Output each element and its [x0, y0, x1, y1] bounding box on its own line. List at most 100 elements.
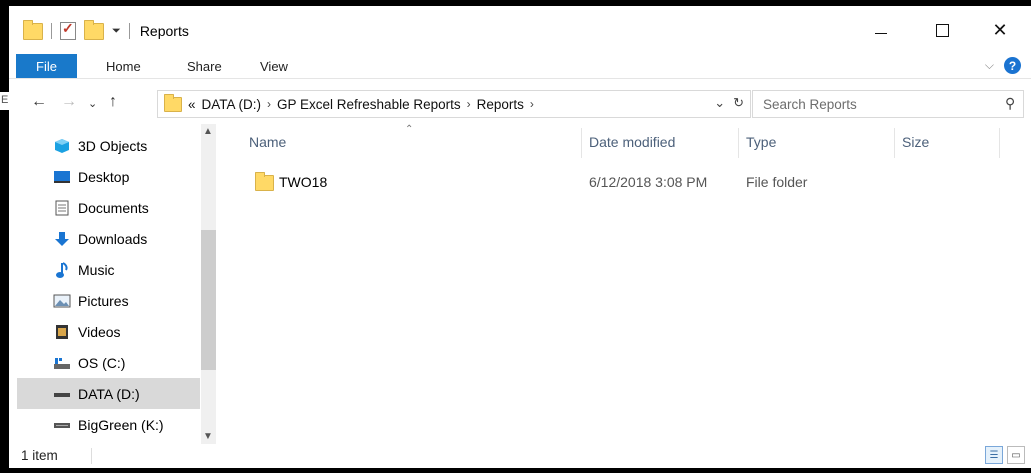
large-icons-view-icon[interactable]: ▭ — [1007, 446, 1025, 464]
sidebar-item-label: Videos — [78, 323, 121, 340]
toolbar-divider — [128, 23, 130, 39]
sidebar-item-label: Pictures — [78, 292, 129, 309]
status-bar: 1 item ☰ ▭ — [9, 444, 1031, 468]
sidebar-item-label: Desktop — [78, 168, 130, 185]
breadcrumb-gp-excel-reports[interactable]: GP Excel Refreshable Reports — [277, 97, 461, 112]
address-folder-icon — [164, 93, 182, 112]
videos-icon — [52, 324, 72, 340]
breadcrumb-data-drive[interactable]: DATA (D:) — [202, 97, 262, 112]
sidebar-item-pictures[interactable]: Pictures — [17, 285, 200, 316]
sidebar-item-documents[interactable]: Documents — [17, 192, 200, 223]
breadcrumb-chevron-icon[interactable]: › — [467, 97, 471, 111]
expand-ribbon-icon[interactable]: ⌵ — [985, 58, 994, 73]
tab-view[interactable]: View — [260, 54, 288, 78]
pictures-icon — [52, 293, 72, 309]
navigation-bar: ← → ⌄ ↑ « DATA (D:) › GP Excel Refreshab… — [9, 88, 1031, 118]
ribbon: File Home Share View ⌵ ? — [9, 54, 1031, 79]
maximize-icon — [935, 23, 949, 37]
tab-home[interactable]: Home — [106, 54, 141, 78]
scroll-up-icon[interactable]: ▲ — [203, 126, 213, 137]
3d-objects-icon — [52, 138, 72, 154]
quick-access-toolbar: ⏷ Reports — [23, 19, 189, 42]
file-date: 6/12/2018 3:08 PM — [589, 174, 708, 190]
customize-toolbar-icon[interactable]: ⏷ — [112, 25, 121, 38]
back-icon[interactable]: ← — [31, 93, 47, 111]
search-input[interactable]: Search Reports — [763, 97, 857, 112]
downloads-icon — [52, 231, 72, 247]
tab-share[interactable]: Share — [187, 54, 222, 78]
help-icon[interactable]: ? — [1004, 57, 1021, 74]
column-divider[interactable] — [894, 128, 895, 158]
explorer-window: ⏷ Reports ✕ File Home Share View ⌵ ? ← →… — [9, 6, 1031, 468]
sidebar-item-desktop[interactable]: Desktop — [17, 161, 200, 192]
sidebar-item-videos[interactable]: Videos — [17, 316, 200, 347]
status-divider — [91, 448, 92, 464]
documents-icon — [52, 200, 72, 216]
navigation-scrollbar[interactable]: ▲ ▼ — [201, 124, 216, 444]
column-divider[interactable] — [999, 128, 1000, 158]
view-toggle: ☰ ▭ — [985, 446, 1025, 464]
maximize-button[interactable] — [919, 6, 965, 54]
window-title: Reports — [139, 23, 189, 39]
title-bar: ⏷ Reports ✕ — [9, 6, 1031, 54]
ribbon-right-controls: ⌵ ? — [985, 57, 1021, 74]
sidebar-item-biggreen-drive[interactable]: BigGreen (K:) — [17, 409, 200, 440]
sidebar-item-label: BigGreen (K:) — [78, 416, 164, 433]
sidebar-item-label: Music — [78, 261, 115, 278]
address-dropdown-icon[interactable]: ⌄ — [714, 95, 725, 111]
sidebar-item-label: Downloads — [78, 230, 148, 247]
navigation-pane: 3D Objects Desktop Documents Downloads M… — [9, 124, 216, 444]
column-type[interactable]: Type — [746, 134, 776, 150]
close-icon: ✕ — [992, 19, 1008, 40]
tab-file[interactable]: File — [16, 54, 77, 78]
minimize-icon — [875, 32, 887, 34]
column-size[interactable]: Size — [902, 134, 929, 150]
sidebar-item-downloads[interactable]: Downloads — [17, 223, 200, 254]
data-drive-icon — [52, 386, 72, 402]
recent-locations-icon[interactable]: ⌄ — [88, 97, 97, 110]
sidebar-item-label: OS (C:) — [78, 354, 126, 371]
properties-icon[interactable] — [60, 20, 76, 40]
column-name[interactable]: Name — [249, 134, 286, 150]
sidebar-item-label: DATA (D:) — [78, 385, 140, 402]
sidebar-item-3d-objects[interactable]: 3D Objects — [17, 130, 200, 161]
column-header-row: ⌃ Name Date modified Type Size — [231, 124, 1011, 162]
music-icon — [52, 261, 72, 278]
folder-icon[interactable] — [23, 19, 43, 40]
column-divider[interactable] — [738, 128, 739, 158]
breadcrumb-chevron-icon[interactable]: › — [267, 97, 271, 111]
scrollbar-thumb[interactable] — [201, 230, 216, 370]
breadcrumb-chevron-icon[interactable]: › — [530, 97, 534, 111]
os-drive-icon — [52, 355, 72, 371]
sidebar-item-os-drive[interactable]: OS (C:) — [17, 347, 200, 378]
column-date-modified[interactable]: Date modified — [589, 134, 675, 150]
scroll-down-icon[interactable]: ▼ — [203, 431, 213, 442]
sidebar-item-data-drive[interactable]: DATA (D:) — [17, 378, 200, 409]
file-type: File folder — [746, 174, 808, 190]
toolbar-divider — [51, 23, 52, 39]
details-view-icon[interactable]: ☰ — [985, 446, 1003, 464]
network-drive-icon — [52, 417, 72, 433]
file-row[interactable]: TWO18 6/12/2018 3:08 PM File folder — [231, 169, 931, 195]
up-icon[interactable]: ↑ — [109, 93, 117, 111]
file-name[interactable]: TWO18 — [279, 174, 327, 190]
edge-strip: E — [0, 92, 9, 110]
breadcrumb-reports[interactable]: Reports — [477, 97, 524, 112]
sidebar-item-music[interactable]: Music — [17, 254, 200, 285]
refresh-icon[interactable]: ↻ — [733, 95, 744, 111]
address-bar[interactable]: « DATA (D:) › GP Excel Refreshable Repor… — [157, 90, 751, 118]
search-icon: ⚲ — [1004, 95, 1015, 111]
desktop-icon — [52, 169, 72, 185]
close-button[interactable]: ✕ — [977, 6, 1023, 54]
sidebar-item-label: Documents — [78, 199, 149, 216]
search-box[interactable]: Search Reports ⚲ — [752, 90, 1024, 118]
sort-ascending-icon: ⌃ — [405, 124, 414, 135]
edge-letter: E — [1, 94, 9, 106]
forward-icon[interactable]: → — [61, 93, 77, 111]
column-divider[interactable] — [581, 128, 582, 158]
breadcrumb-overflow[interactable]: « — [188, 97, 196, 112]
sidebar-item-label: 3D Objects — [78, 137, 148, 154]
new-folder-icon[interactable] — [84, 19, 104, 40]
item-count: 1 item — [21, 448, 58, 463]
minimize-button[interactable] — [858, 6, 904, 54]
